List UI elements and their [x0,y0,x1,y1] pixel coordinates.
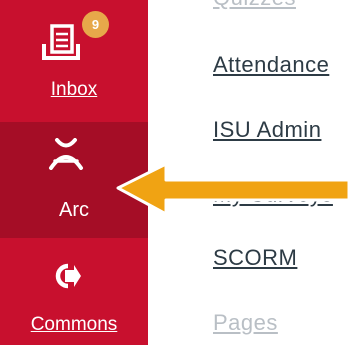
nav-label-commons: Commons [30,314,118,335]
commons-icon [55,263,81,289]
course-nav-link-attendance[interactable]: Attendance [213,52,329,78]
nav-label-inbox: Inbox [50,79,98,100]
arc-icon [49,138,83,170]
course-nav-link-scorm[interactable]: SCORM [213,245,297,271]
annotation-arrow-icon [116,162,349,216]
nav-item-inbox[interactable]: 9 Inbox [0,0,148,122]
inbox-icon [42,24,80,60]
course-nav-link-quizzes[interactable]: Quizzes [213,0,296,11]
course-nav-link-pages[interactable]: Pages [213,310,278,336]
unread-count-badge: 9 [82,11,109,38]
nav-item-commons[interactable]: Commons [0,238,148,345]
screenshot: 9 Inbox Arc Commons Quizzes Attendance I… [0,0,349,345]
course-nav-link-isu-admin[interactable]: ISU Admin [213,117,321,143]
